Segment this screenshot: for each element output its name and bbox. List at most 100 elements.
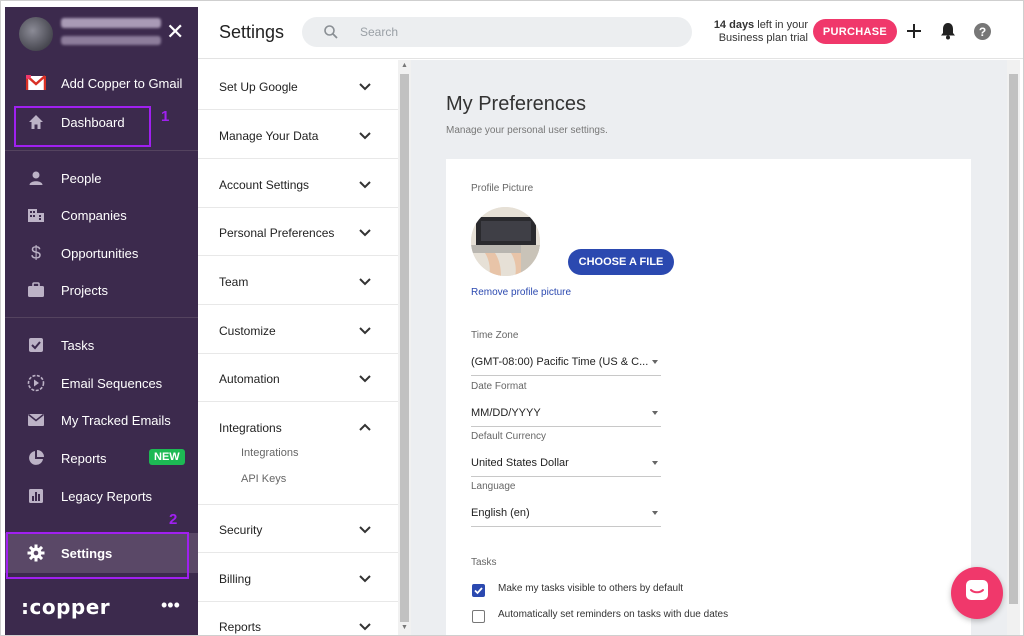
sidebar-item-people[interactable]: People [5,160,198,196]
chevron-down-icon [358,274,372,288]
nav-section-label: Team [219,275,249,289]
nav-section-label: Billing [219,572,252,586]
avatar[interactable] [19,17,53,51]
sidebar-item-tasks[interactable]: Tasks [5,327,198,363]
date-format-value: MM/DD/YYYY [471,407,541,419]
nav-section-team[interactable]: Team [198,257,398,305]
profile-picture [471,207,540,276]
timezone-select[interactable]: (GMT-08:00) Pacific Time (US & C... [471,352,661,376]
add-icon[interactable] [904,21,924,41]
sidebar-item-label: Projects [61,282,108,298]
help-icon[interactable]: ? [972,21,992,41]
preferences-card: Profile Picture CHOOSE A FILE Remove pro… [446,159,971,635]
nav-section-customize[interactable]: Customize [198,306,398,354]
sidebar-item-label: Opportunities [61,245,139,261]
timezone-label: Time Zone [471,330,519,341]
settings-nav: Set Up Google Manage Your Data Account S… [198,60,398,635]
nav-section-reports[interactable]: Reports [198,602,398,635]
language-value: English (en) [471,507,530,519]
chevron-down-icon [358,522,372,536]
nav-sub-item-api-keys[interactable]: API Keys [241,473,286,485]
trial-notice: 14 days left in your Business plan trial [704,19,808,45]
purchase-button[interactable]: PURCHASE [813,19,897,44]
profile-picture-label: Profile Picture [471,183,534,194]
sidebar-item-opportunities[interactable]: $ Opportunities [5,235,198,271]
chat-icon [964,578,990,609]
search-input[interactable]: Search [360,25,398,39]
nav-section-label: Customize [219,324,276,338]
nav-section-manage-your-data[interactable]: Manage Your Data [198,111,398,159]
nav-section-personal-preferences[interactable]: Personal Preferences [198,208,398,256]
bell-icon[interactable] [938,21,958,41]
sidebar-item-label: Reports [61,450,107,466]
top-bar: Settings Search 14 days left in your Bus… [198,7,1023,59]
building-icon [26,205,46,225]
sidebar-item-label: Email Sequences [61,375,163,391]
scrollbar-thumb[interactable] [1009,74,1018,604]
sidebar-item-add-to-gmail[interactable]: Add Copper to Gmail [5,65,198,101]
nav-section-account-settings[interactable]: Account Settings [198,160,398,208]
search-icon [322,23,340,41]
annotation-box-settings [6,532,189,579]
briefcase-icon [26,280,46,300]
date-format-select[interactable]: MM/DD/YYYY [471,403,661,427]
remove-profile-picture-link[interactable]: Remove profile picture [471,287,571,298]
sidebar-item-projects[interactable]: Projects [5,272,198,308]
more-menu-button[interactable]: ••• [161,595,180,616]
nav-section-billing[interactable]: Billing [198,554,398,602]
nav-section-label: Reports [219,620,262,634]
language-label: Language [471,481,516,492]
scrollbar-thumb[interactable] [400,74,409,622]
dollar-icon: $ [30,242,41,263]
nav-section-integrations[interactable]: Integrations Integrations API Keys [198,403,398,505]
sidebar-item-email-sequences[interactable]: Email Sequences [5,365,198,401]
nav-sub-item-integrations[interactable]: Integrations [241,447,298,459]
trial-text: left in your [754,19,808,31]
scroll-up-arrow-icon[interactable]: ▲ [401,62,408,69]
sidebar-item-legacy-reports[interactable]: Legacy Reports [5,478,198,514]
nav-section-label: Set Up Google [219,80,298,94]
sidebar-item-companies[interactable]: Companies [5,197,198,233]
sidebar-item-tracked-emails[interactable]: My Tracked Emails [5,402,198,438]
chevron-up-icon [358,420,372,434]
dropdown-arrow-icon [652,360,658,364]
tasks-visible-checkbox[interactable] [472,584,485,597]
main-scrollbar[interactable] [1007,60,1020,635]
chevron-down-icon [358,128,372,142]
tasks-reminders-checkbox[interactable] [472,610,485,623]
dropdown-arrow-icon [652,461,658,465]
main-content: My Preferences Manage your personal user… [411,60,1007,635]
nav-section-set-up-google[interactable]: Set Up Google [198,62,398,110]
sidebar-item-label: Legacy Reports [61,488,153,504]
nav-section-automation[interactable]: Automation [198,354,398,402]
sidebar-item-reports[interactable]: Reports NEW [5,440,198,476]
chat-launcher-button[interactable] [951,567,1003,619]
nav-section-label: Security [219,523,263,537]
sidebar-item-label: Tasks [61,337,95,353]
app-window: ✕ Add Copper to Gmail Dashboard People C [0,0,1024,636]
currency-select[interactable]: United States Dollar [471,453,661,477]
dropdown-arrow-icon [652,411,658,415]
blurred-user-name [61,18,161,28]
envelope-icon [26,410,46,430]
chevron-down-icon [358,571,372,585]
chevron-down-icon [358,323,372,337]
choose-file-button[interactable]: CHOOSE A FILE [568,249,674,275]
nav-section-label: Account Settings [219,178,310,192]
language-select[interactable]: English (en) [471,503,661,527]
close-icon[interactable]: ✕ [166,21,184,43]
search-bar[interactable]: Search [302,17,692,47]
tasks-label: Tasks [471,557,497,568]
pie-chart-icon [26,448,46,468]
tasks-visible-label: Make my tasks visible to others by defau… [498,583,684,594]
timezone-value: (GMT-08:00) Pacific Time (US & C... [471,356,649,368]
annotation-number-1: 1 [161,108,170,125]
annotation-box-dashboard [14,106,151,147]
chevron-down-icon [358,79,372,93]
new-badge: NEW [149,449,185,465]
sidebar-item-label: People [61,170,102,186]
bar-chart-icon [26,486,46,506]
settings-nav-scrollbar[interactable]: ▲ ▼ [398,60,411,635]
nav-section-security[interactable]: Security [198,505,398,553]
scroll-down-arrow-icon[interactable]: ▼ [401,624,408,631]
